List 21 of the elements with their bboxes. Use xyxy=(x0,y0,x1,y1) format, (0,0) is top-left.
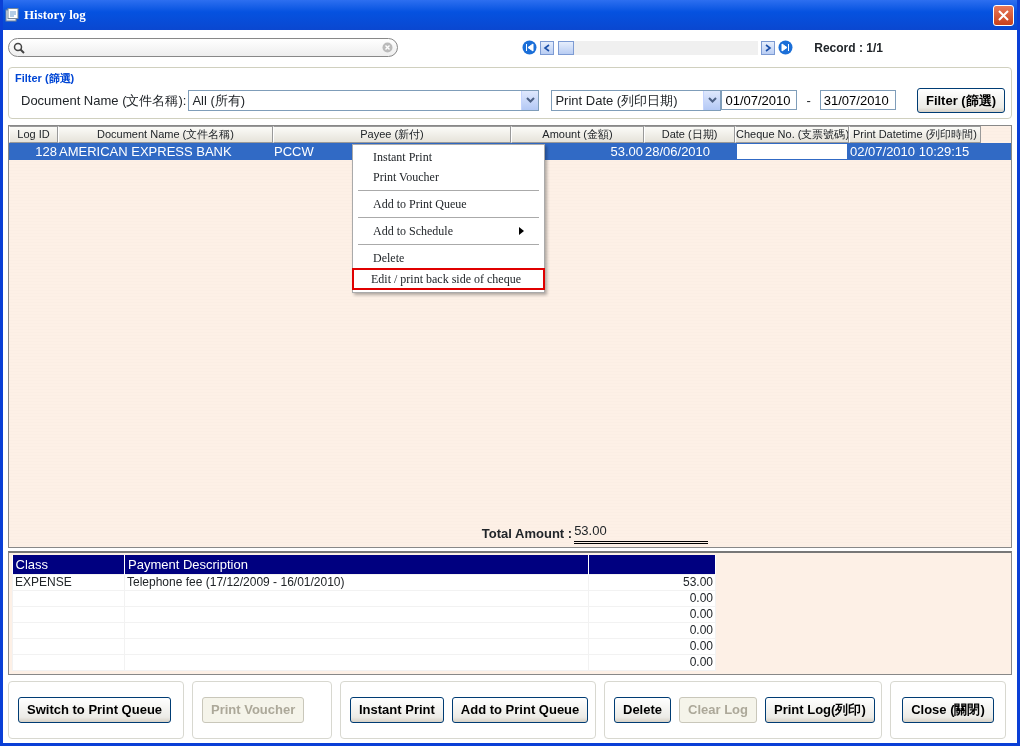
table-cell: AMERICAN EXPRESS BANK xyxy=(59,144,232,159)
table-cell: 0.00 xyxy=(689,623,713,637)
table-cell: 53.00 xyxy=(610,144,643,159)
window-title: History log xyxy=(24,6,87,25)
table-cell: Telephone fee (17/12/2009 - 16/01/2010) xyxy=(127,575,345,589)
table-cell: PCCW xyxy=(274,144,314,159)
table-cell: 0.00 xyxy=(689,655,713,669)
filter-legend: Filter (篩選) xyxy=(13,70,77,87)
table-cell: 128 xyxy=(35,144,57,159)
document-name-label: Document Name (文件名稱): xyxy=(21,91,187,110)
table-cell: 02/07/2010 10:29:15 xyxy=(850,144,970,159)
record-counter: Record : 1/1 xyxy=(814,39,883,57)
table-cell: 0.00 xyxy=(689,591,713,605)
table-cell: 0.00 xyxy=(689,639,713,653)
table-cell: EXPENSE xyxy=(15,575,72,589)
total-amount-label: Total Amount : xyxy=(481,525,573,543)
date-range-separator: - xyxy=(806,91,811,110)
table-cell: 0.00 xyxy=(689,607,713,621)
table-cell: 53.00 xyxy=(682,575,713,589)
total-amount-value: 53.00 xyxy=(574,521,709,544)
table-cell: 28/06/2010 xyxy=(645,144,711,159)
